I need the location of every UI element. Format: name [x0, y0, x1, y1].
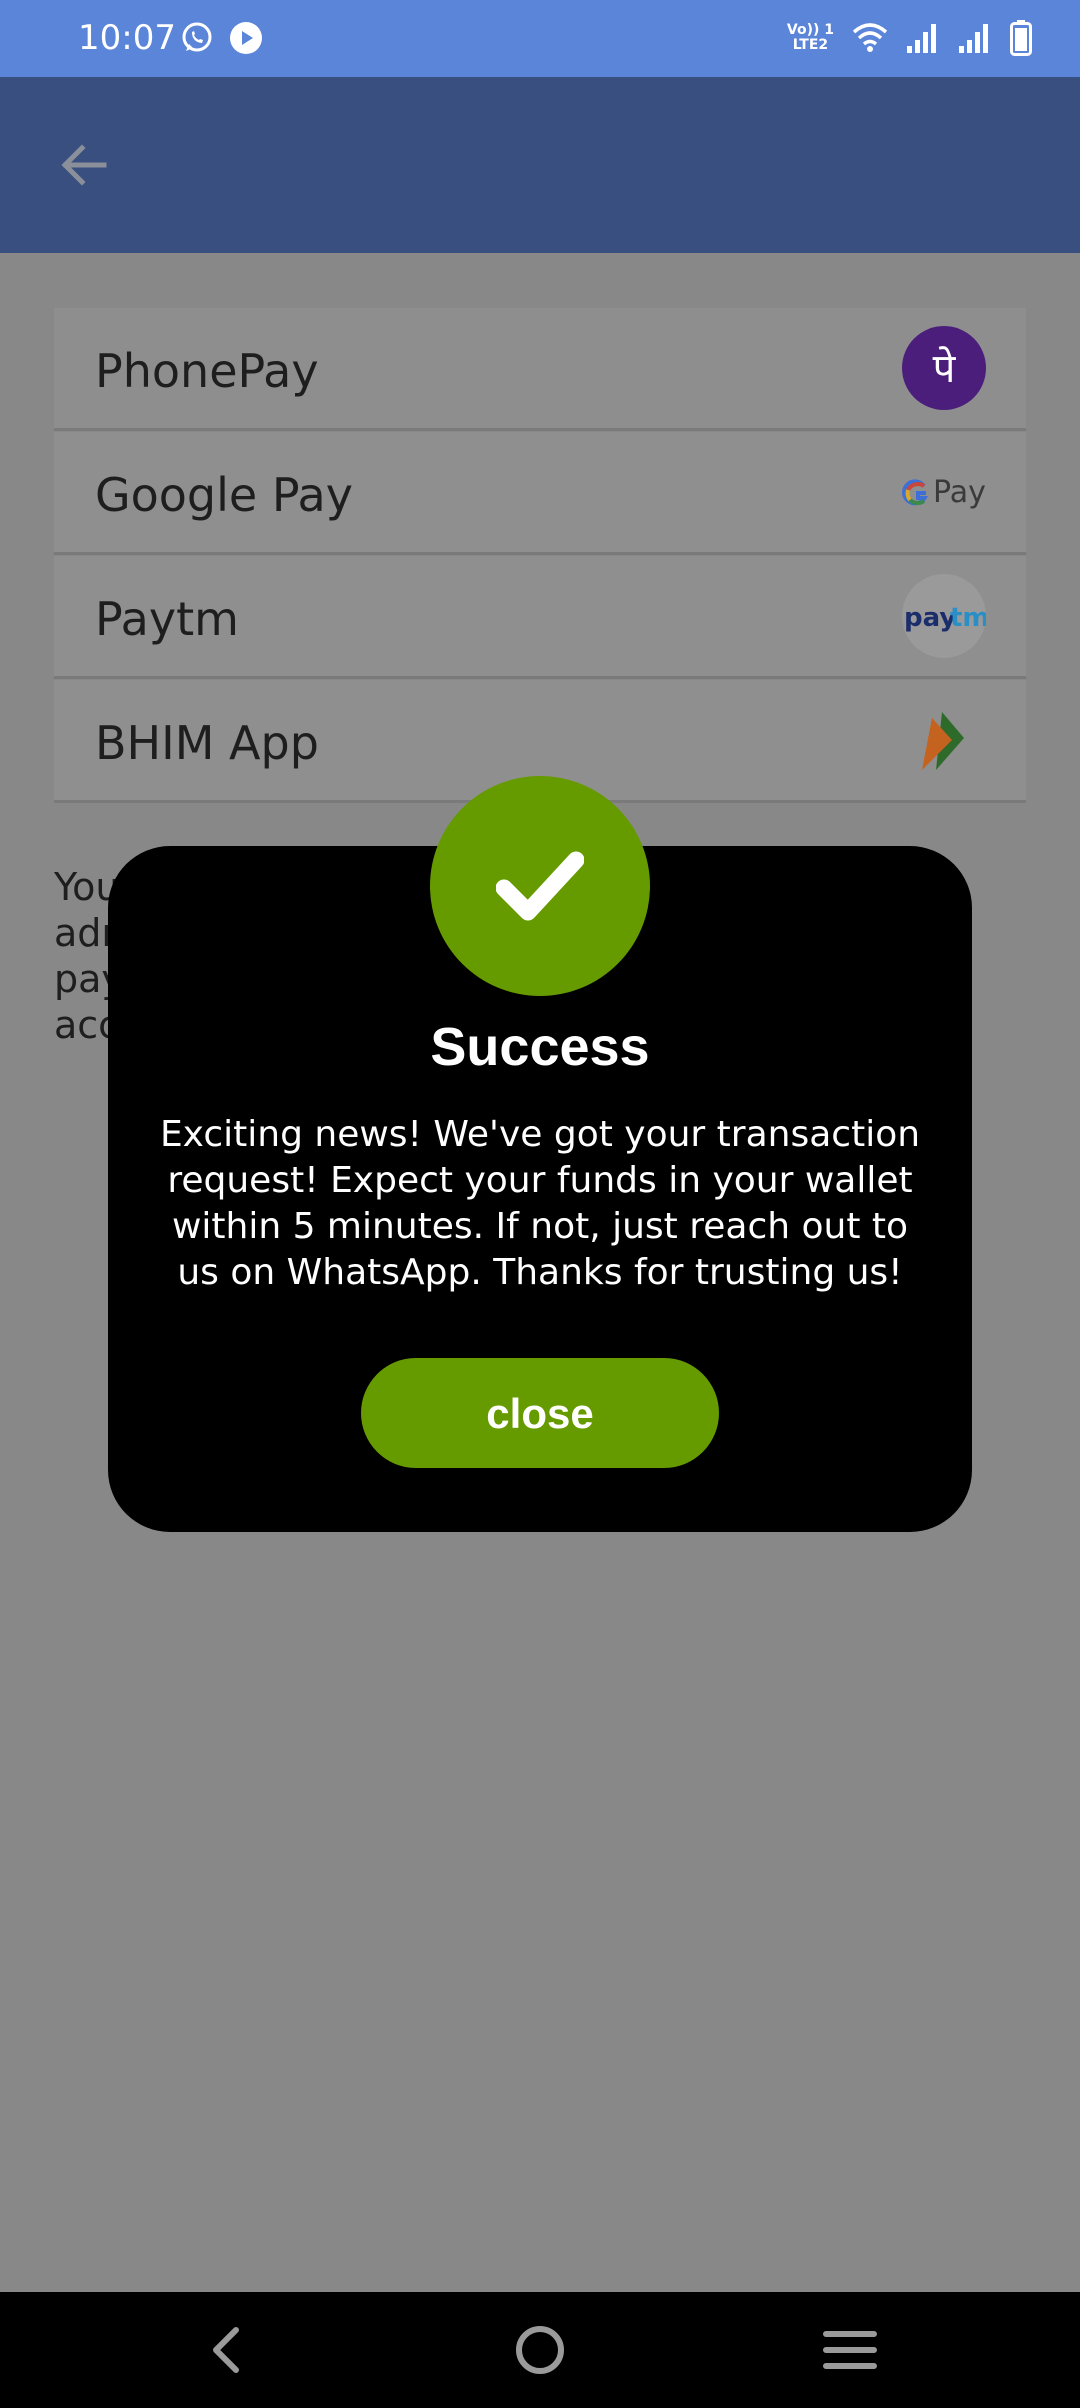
bhim-logo [922, 712, 964, 770]
navigation-bar [0, 2292, 1080, 2408]
status-icons: Vo)) 1 LTE2 [787, 18, 1032, 58]
payment-options-list: PhonePay पे Google Pay Pay Paytm pay tm [54, 308, 1026, 804]
google-pay-logo: Pay [902, 475, 986, 510]
arrow-left-icon[interactable] [58, 139, 110, 191]
payment-option-phonepay[interactable]: PhonePay पे [54, 308, 1026, 431]
home-nav-icon[interactable] [510, 2320, 570, 2380]
wifi-icon [852, 23, 888, 52]
play-icon [230, 22, 262, 54]
screen: 10:07 Vo)) 1 LTE2 PhonePay पे Google Pay… [0, 0, 1080, 2408]
success-badge [430, 776, 650, 996]
svg-text:pay: pay [904, 603, 956, 633]
payment-option-label: Paytm [95, 592, 239, 646]
paytm-logo: pay tm [902, 574, 986, 658]
back-nav-icon[interactable] [198, 2320, 258, 2380]
menu-nav-icon[interactable] [820, 2320, 880, 2380]
dialog-message: Exciting news! We've got your transactio… [159, 1114, 921, 1293]
payment-option-google-pay[interactable]: Google Pay Pay [54, 432, 1026, 555]
volte-indicator: Vo)) 1 LTE2 [786, 22, 834, 53]
battery-icon [1010, 20, 1032, 56]
whatsapp-icon [182, 22, 212, 52]
payment-option-paytm[interactable]: Paytm pay tm [54, 556, 1026, 679]
signal-icon [907, 24, 936, 53]
close-button[interactable]: close [361, 1358, 719, 1468]
checkmark-icon [496, 851, 584, 921]
status-bar: 10:07 Vo)) 1 LTE2 [0, 0, 1080, 77]
dialog-title: Success [430, 1017, 650, 1077]
svg-text:पे: पे [933, 346, 957, 392]
phonepe-logo: पे [902, 326, 986, 410]
svg-text:tm: tm [950, 603, 986, 633]
payment-option-label: PhonePay [95, 344, 319, 398]
app-bar [0, 77, 1080, 253]
signal-icon-2 [959, 24, 988, 53]
payment-option-label: Google Pay [95, 468, 353, 522]
payment-option-label: BHIM App [95, 716, 319, 770]
svg-text:Pay: Pay [933, 475, 986, 510]
status-time: 10:07 [78, 18, 176, 58]
